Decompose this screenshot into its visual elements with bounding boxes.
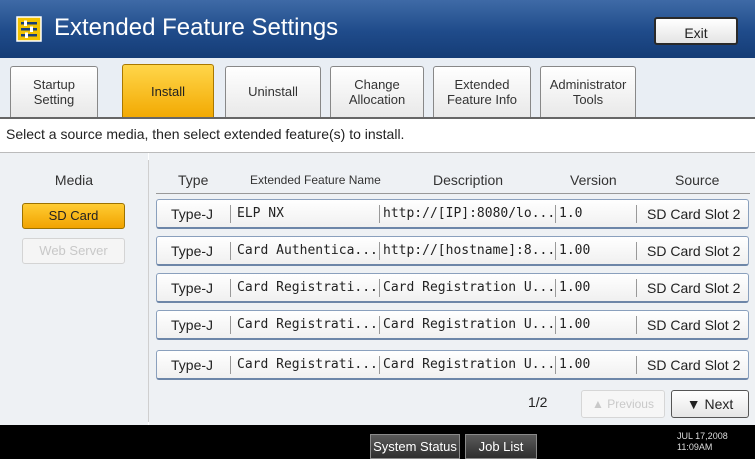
cell-separator: [636, 356, 637, 374]
page-indicator: 1/2: [528, 394, 548, 410]
tab-administrator-tools[interactable]: Administrator Tools: [540, 66, 636, 118]
cell-separator: [555, 316, 556, 334]
triangle-up-icon: ▲: [592, 397, 604, 411]
tab-startup-setting[interactable]: Startup Setting: [10, 66, 98, 118]
system-status-button[interactable]: System Status: [370, 434, 460, 459]
cell-separator: [379, 205, 380, 223]
type-cell: Type-J: [171, 243, 214, 259]
table-row[interactable]: Type-J Card Authentica... http://[hostna…: [156, 236, 749, 266]
feature-name-cell: Card Registrati...: [237, 280, 377, 295]
tab-install[interactable]: Install: [122, 64, 214, 119]
media-panel: [0, 153, 148, 425]
cell-separator: [636, 205, 637, 223]
tab-extended-feature-info[interactable]: Extended Feature Info: [433, 66, 531, 118]
type-cell: Type-J: [171, 206, 214, 222]
description-cell: http://[hostname]:8...: [383, 243, 555, 258]
job-list-button[interactable]: Job List: [465, 434, 537, 459]
feature-name-cell: Card Registrati...: [237, 357, 377, 372]
date-time-display: JUL 17,2008 11:09AM: [677, 431, 728, 453]
media-header: Media: [54, 172, 94, 188]
source-cell: SD Card Slot 2: [647, 317, 741, 333]
column-header-feature-name: Extended Feature Name: [250, 173, 381, 187]
cell-separator: [230, 356, 231, 374]
previous-label: Previous: [607, 397, 654, 411]
cell-separator: [555, 242, 556, 260]
cell-separator: [379, 356, 380, 374]
column-header-source: Source: [675, 172, 720, 188]
type-cell: Type-J: [171, 317, 214, 333]
previous-button[interactable]: ▲ Previous: [581, 390, 665, 418]
table-row[interactable]: Type-J Card Registrati... Card Registrat…: [156, 273, 749, 303]
table-row[interactable]: Type-J Card Registrati... Card Registrat…: [156, 350, 749, 380]
version-cell: 1.00: [559, 280, 591, 295]
cell-separator: [555, 356, 556, 374]
feature-name-cell: Card Authentica...: [237, 243, 377, 258]
version-cell: 1.00: [559, 357, 591, 372]
type-cell: Type-J: [171, 357, 214, 373]
version-cell: 1.00: [559, 243, 591, 258]
cell-separator: [230, 316, 231, 334]
description-cell: Card Registration U...: [383, 317, 555, 332]
version-cell: 1.0: [559, 206, 583, 221]
cell-separator: [636, 316, 637, 334]
type-cell: Type-J: [171, 280, 214, 296]
cell-separator: [636, 279, 637, 297]
table-row[interactable]: Type-J Card Registrati... Card Registrat…: [156, 310, 749, 340]
title-bar: Extended Feature Settings Exit: [0, 0, 755, 58]
table-row[interactable]: Type-J ELP NX http://[IP]:8080/lo... 1.0…: [156, 199, 749, 229]
cell-separator: [230, 242, 231, 260]
settings-app-icon: [16, 16, 42, 42]
tab-change-allocation[interactable]: Change Allocation: [330, 66, 424, 118]
date-text: JUL 17,2008: [677, 431, 728, 441]
triangle-down-icon: ▼: [686, 396, 701, 412]
exit-button[interactable]: Exit: [654, 17, 738, 45]
column-header-description: Description: [433, 172, 504, 188]
column-header-type: Type: [178, 172, 209, 188]
description-cell: http://[IP]:8080/lo...: [383, 206, 555, 221]
cell-separator: [555, 279, 556, 297]
header-divider: [156, 193, 750, 194]
instruction-text: Select a source media, then select exten…: [6, 126, 405, 142]
window-title: Extended Feature Settings: [54, 14, 339, 41]
tab-baseline: [0, 117, 755, 119]
source-cell: SD Card Slot 2: [647, 357, 741, 373]
next-label: Next: [704, 396, 734, 412]
description-cell: Card Registration U...: [383, 280, 555, 295]
next-button[interactable]: ▼ Next: [671, 390, 749, 418]
feature-name-cell: ELP NX: [237, 206, 284, 221]
version-cell: 1.00: [559, 317, 591, 332]
cell-separator: [230, 279, 231, 297]
cell-separator: [379, 316, 380, 334]
web-server-button[interactable]: Web Server: [22, 238, 125, 264]
source-cell: SD Card Slot 2: [647, 280, 741, 296]
description-cell: Card Registration U...: [383, 357, 555, 372]
sd-card-button[interactable]: SD Card: [22, 203, 125, 229]
cell-separator: [379, 242, 380, 260]
extended-feature-settings-screen: Extended Feature Settings Exit Startup S…: [0, 0, 755, 459]
cell-separator: [230, 205, 231, 223]
cell-separator: [379, 279, 380, 297]
tab-uninstall[interactable]: Uninstall: [225, 66, 321, 118]
feature-name-cell: Card Registrati...: [237, 317, 377, 332]
column-header-version: Version: [570, 172, 617, 188]
cell-separator: [555, 205, 556, 223]
source-cell: SD Card Slot 2: [647, 243, 741, 259]
cell-separator: [636, 242, 637, 260]
time-text: 11:09AM: [677, 442, 713, 452]
source-cell: SD Card Slot 2: [647, 206, 741, 222]
